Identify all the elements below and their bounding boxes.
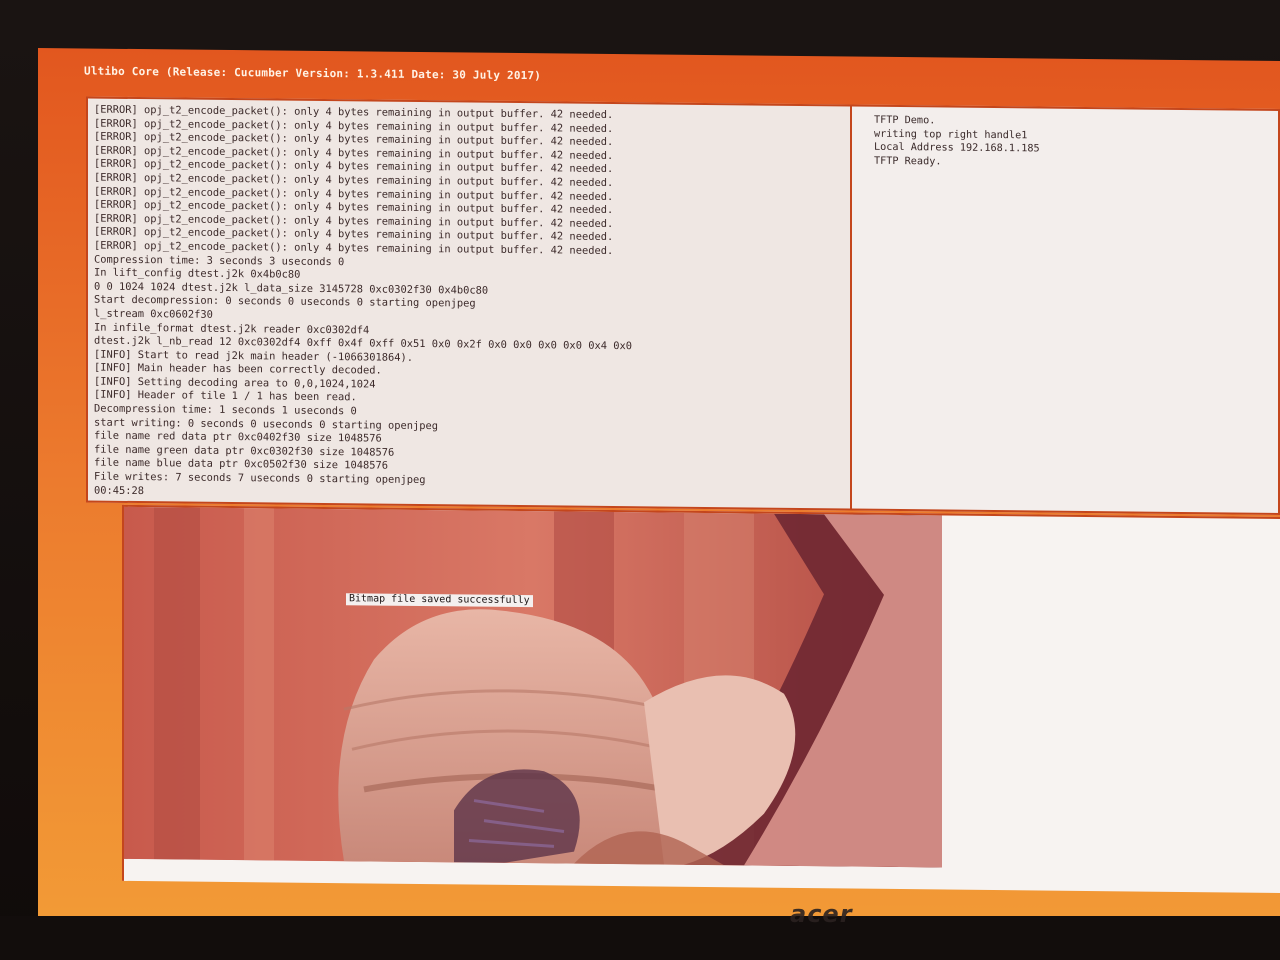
- screen: Ultibo Core (Release: Cucumber Version: …: [38, 48, 1280, 930]
- decoded-image: Bitmap file saved successfully: [124, 506, 942, 868]
- brand-logo: acer: [790, 900, 853, 928]
- monitor: Ultibo Core (Release: Cucumber Version: …: [0, 0, 1280, 960]
- window-title: Ultibo Core (Release: Cucumber Version: …: [84, 64, 542, 83]
- monitor-bezel: [0, 916, 1280, 960]
- tftp-line: TFTP Ready.: [874, 155, 942, 168]
- console-log-panel[interactable]: [ERROR] opj_t2_encode_packet(): only 4 b…: [86, 96, 852, 511]
- save-status-label: Bitmap file saved successfully: [346, 593, 533, 608]
- hat-photo: [124, 506, 942, 868]
- tftp-status-panel[interactable]: TFTP Demo. writing top right handle1 Loc…: [852, 104, 1280, 516]
- graphics-panel: Bitmap file saved successfully: [122, 504, 1280, 894]
